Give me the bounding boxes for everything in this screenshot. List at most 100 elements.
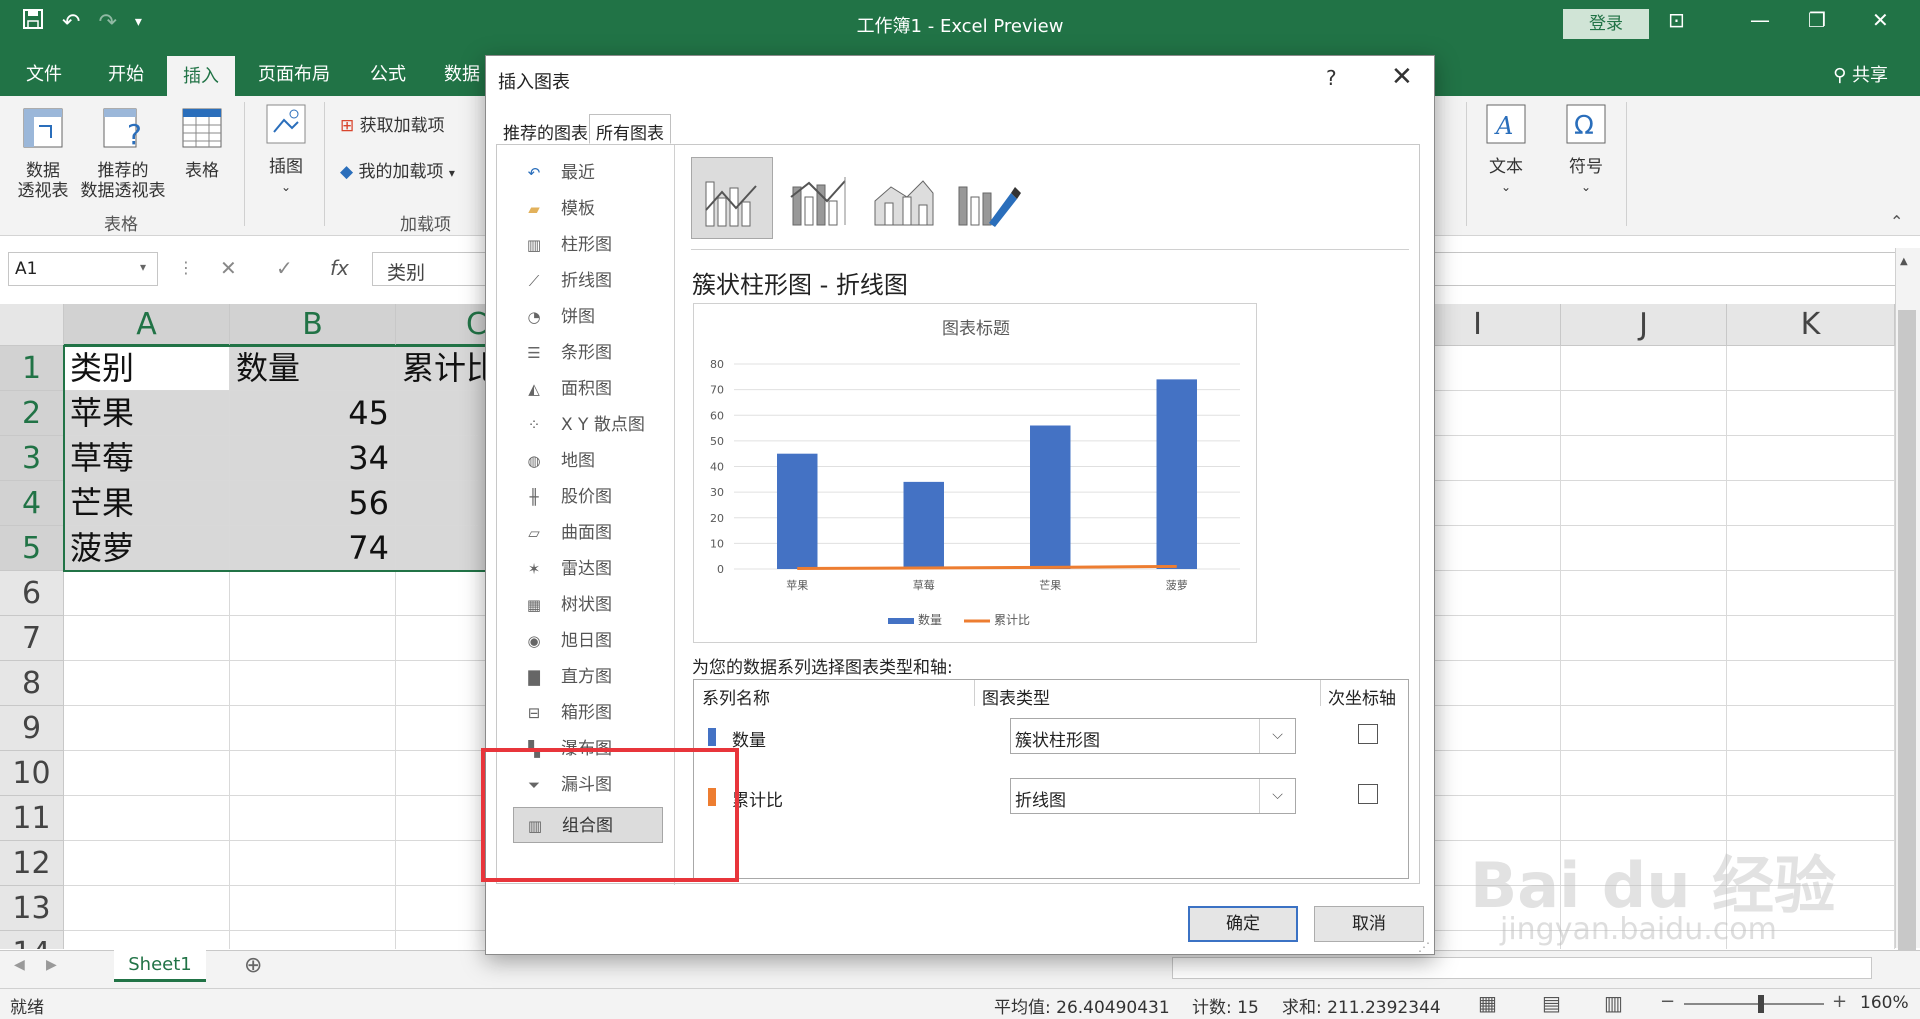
chart-type-radar-chart[interactable]: ✶ 雷达图 xyxy=(513,551,663,587)
chart-type-map-chart[interactable]: ◍ 地图 xyxy=(513,443,663,479)
row-header-14[interactable]: 14 xyxy=(0,931,64,949)
cell[interactable] xyxy=(230,841,396,886)
symbol-button[interactable]: Ω 符号 ⌄ xyxy=(1558,102,1614,197)
cell[interactable] xyxy=(1561,706,1727,751)
cell[interactable] xyxy=(1727,706,1895,751)
row-header-2[interactable]: 2 xyxy=(0,391,64,436)
sheet-next-icon[interactable]: ▶ xyxy=(46,957,57,973)
row-header-13[interactable]: 13 xyxy=(0,886,64,931)
cell[interactable] xyxy=(1727,391,1895,436)
cell[interactable] xyxy=(230,616,396,661)
sheet-prev-icon[interactable]: ◀ xyxy=(14,957,25,973)
page-layout-view-icon[interactable]: ▤ xyxy=(1542,991,1561,1015)
chart-type-stock-chart[interactable]: ╫ 股价图 xyxy=(513,479,663,515)
chart-type-surface-chart[interactable]: ▱ 曲面图 xyxy=(513,515,663,551)
zoom-out-icon[interactable]: − xyxy=(1660,991,1675,1012)
cell[interactable] xyxy=(1561,436,1727,481)
zoom-level[interactable]: 160% xyxy=(1860,993,1909,1013)
chart-type-pie-chart[interactable]: ◔ 饼图 xyxy=(513,299,663,335)
namebox-dropdown-icon[interactable]: ▾ xyxy=(140,260,146,274)
cell[interactable] xyxy=(230,706,396,751)
tab-formulas[interactable]: 公式 xyxy=(370,60,406,86)
minimize-icon[interactable]: — xyxy=(1750,8,1770,32)
cell[interactable] xyxy=(230,931,396,949)
cell[interactable] xyxy=(64,661,230,706)
cell[interactable] xyxy=(1727,751,1895,796)
chart-type-histogram-chart[interactable]: ▇ 直方图 xyxy=(513,659,663,695)
secondary-axis-checkbox-cumulative[interactable] xyxy=(1358,784,1378,804)
add-sheet-icon[interactable]: ⊕ xyxy=(244,953,262,978)
cell[interactable] xyxy=(1727,661,1895,706)
chart-type-bar-chart[interactable]: ☰ 条形图 xyxy=(513,335,663,371)
chart-type-sunburst-chart[interactable]: ◉ 旭日图 xyxy=(513,623,663,659)
close-window-icon[interactable]: ✕ xyxy=(1872,8,1889,32)
row-header-5[interactable]: 5 xyxy=(0,526,64,571)
cell[interactable]: 苹果 xyxy=(64,391,230,436)
name-box[interactable]: A1 xyxy=(8,252,158,286)
cell[interactable] xyxy=(1561,616,1727,661)
chart-type-boxplot-chart[interactable]: ⊟ 箱形图 xyxy=(513,695,663,731)
cell[interactable]: 草莓 xyxy=(64,436,230,481)
chart-type-scatter-chart[interactable]: ⁘ X Y 散点图 xyxy=(513,407,663,443)
cancel-button[interactable]: 取消 xyxy=(1314,906,1424,942)
row-header-8[interactable]: 8 xyxy=(0,661,64,706)
cell[interactable]: 56 xyxy=(230,481,396,526)
page-break-view-icon[interactable]: ▥ xyxy=(1604,991,1623,1015)
select-all-corner[interactable] xyxy=(0,304,64,346)
series-type-select-quantity[interactable]: 簇状柱形图 ⌵ xyxy=(1010,718,1296,754)
cell[interactable] xyxy=(1561,481,1727,526)
cell[interactable] xyxy=(230,571,396,616)
cell[interactable] xyxy=(1561,346,1727,391)
cell[interactable] xyxy=(1727,616,1895,661)
share-button[interactable]: ⚲ 共享 xyxy=(1833,61,1888,87)
text-button[interactable]: A 文本 ⌄ xyxy=(1478,102,1534,197)
cell[interactable] xyxy=(1561,571,1727,616)
zoom-in-icon[interactable]: + xyxy=(1832,991,1847,1012)
chart-type-line-chart[interactable]: ⟋ 折线图 xyxy=(513,263,663,299)
subtype-stacked-area-column-icon[interactable] xyxy=(863,157,945,239)
tab-file[interactable]: 文件 xyxy=(26,60,62,86)
horizontal-scrollbar[interactable] xyxy=(1172,957,1872,979)
cell[interactable] xyxy=(64,841,230,886)
tab-data[interactable]: 数据 xyxy=(444,60,480,86)
restore-icon[interactable]: ❐ xyxy=(1808,8,1826,32)
pivot-table-button[interactable]: 数据 透视表 xyxy=(12,106,74,201)
close-icon[interactable]: ✕ xyxy=(1391,62,1413,92)
zoom-slider[interactable] xyxy=(1684,1003,1824,1005)
cancel-entry-icon[interactable]: ✕ xyxy=(220,256,237,280)
row-header-1[interactable]: 1 xyxy=(0,346,64,391)
cell[interactable] xyxy=(1727,526,1895,571)
cell[interactable]: 45 xyxy=(230,391,396,436)
tab-page-layout[interactable]: 页面布局 xyxy=(258,60,330,86)
cell[interactable] xyxy=(230,796,396,841)
get-addins-button[interactable]: ⊞ 获取加载项 xyxy=(340,116,445,136)
my-addins-button[interactable]: ◆ 我的加载项 ▾ xyxy=(340,162,455,183)
cell[interactable] xyxy=(1727,481,1895,526)
row-header-11[interactable]: 11 xyxy=(0,796,64,841)
chart-type-column-chart[interactable]: ▥ 柱形图 xyxy=(513,227,663,263)
row-header-12[interactable]: 12 xyxy=(0,841,64,886)
cell[interactable] xyxy=(230,886,396,931)
chart-type-folder[interactable]: ▰ 模板 xyxy=(513,191,663,227)
subtype-custom-combo-icon[interactable] xyxy=(945,157,1027,239)
cell[interactable] xyxy=(64,706,230,751)
series-type-select-cumulative[interactable]: 折线图 ⌵ xyxy=(1010,778,1296,814)
cell[interactable]: 34 xyxy=(230,436,396,481)
normal-view-icon[interactable]: ▦ xyxy=(1478,991,1497,1015)
cell[interactable] xyxy=(64,931,230,949)
row-header-7[interactable]: 7 xyxy=(0,616,64,661)
subtype-clustered-column-line-icon[interactable] xyxy=(691,157,773,239)
cell[interactable] xyxy=(64,571,230,616)
resize-grip-icon[interactable]: ⋰ xyxy=(1418,940,1430,954)
cell[interactable] xyxy=(64,751,230,796)
illustrations-button[interactable]: 插图 ⌄ xyxy=(258,102,314,197)
login-button[interactable]: 登录 xyxy=(1563,9,1649,39)
cell[interactable]: 类别 xyxy=(64,346,230,391)
cell[interactable] xyxy=(1727,571,1895,616)
cell[interactable] xyxy=(1561,751,1727,796)
cell[interactable] xyxy=(230,661,396,706)
column-header-b[interactable]: B xyxy=(230,304,396,346)
tab-recommended-charts[interactable]: 推荐的图表 xyxy=(496,114,595,144)
cell[interactable]: 菠萝 xyxy=(64,526,230,571)
confirm-entry-icon[interactable]: ✓ xyxy=(276,256,293,280)
